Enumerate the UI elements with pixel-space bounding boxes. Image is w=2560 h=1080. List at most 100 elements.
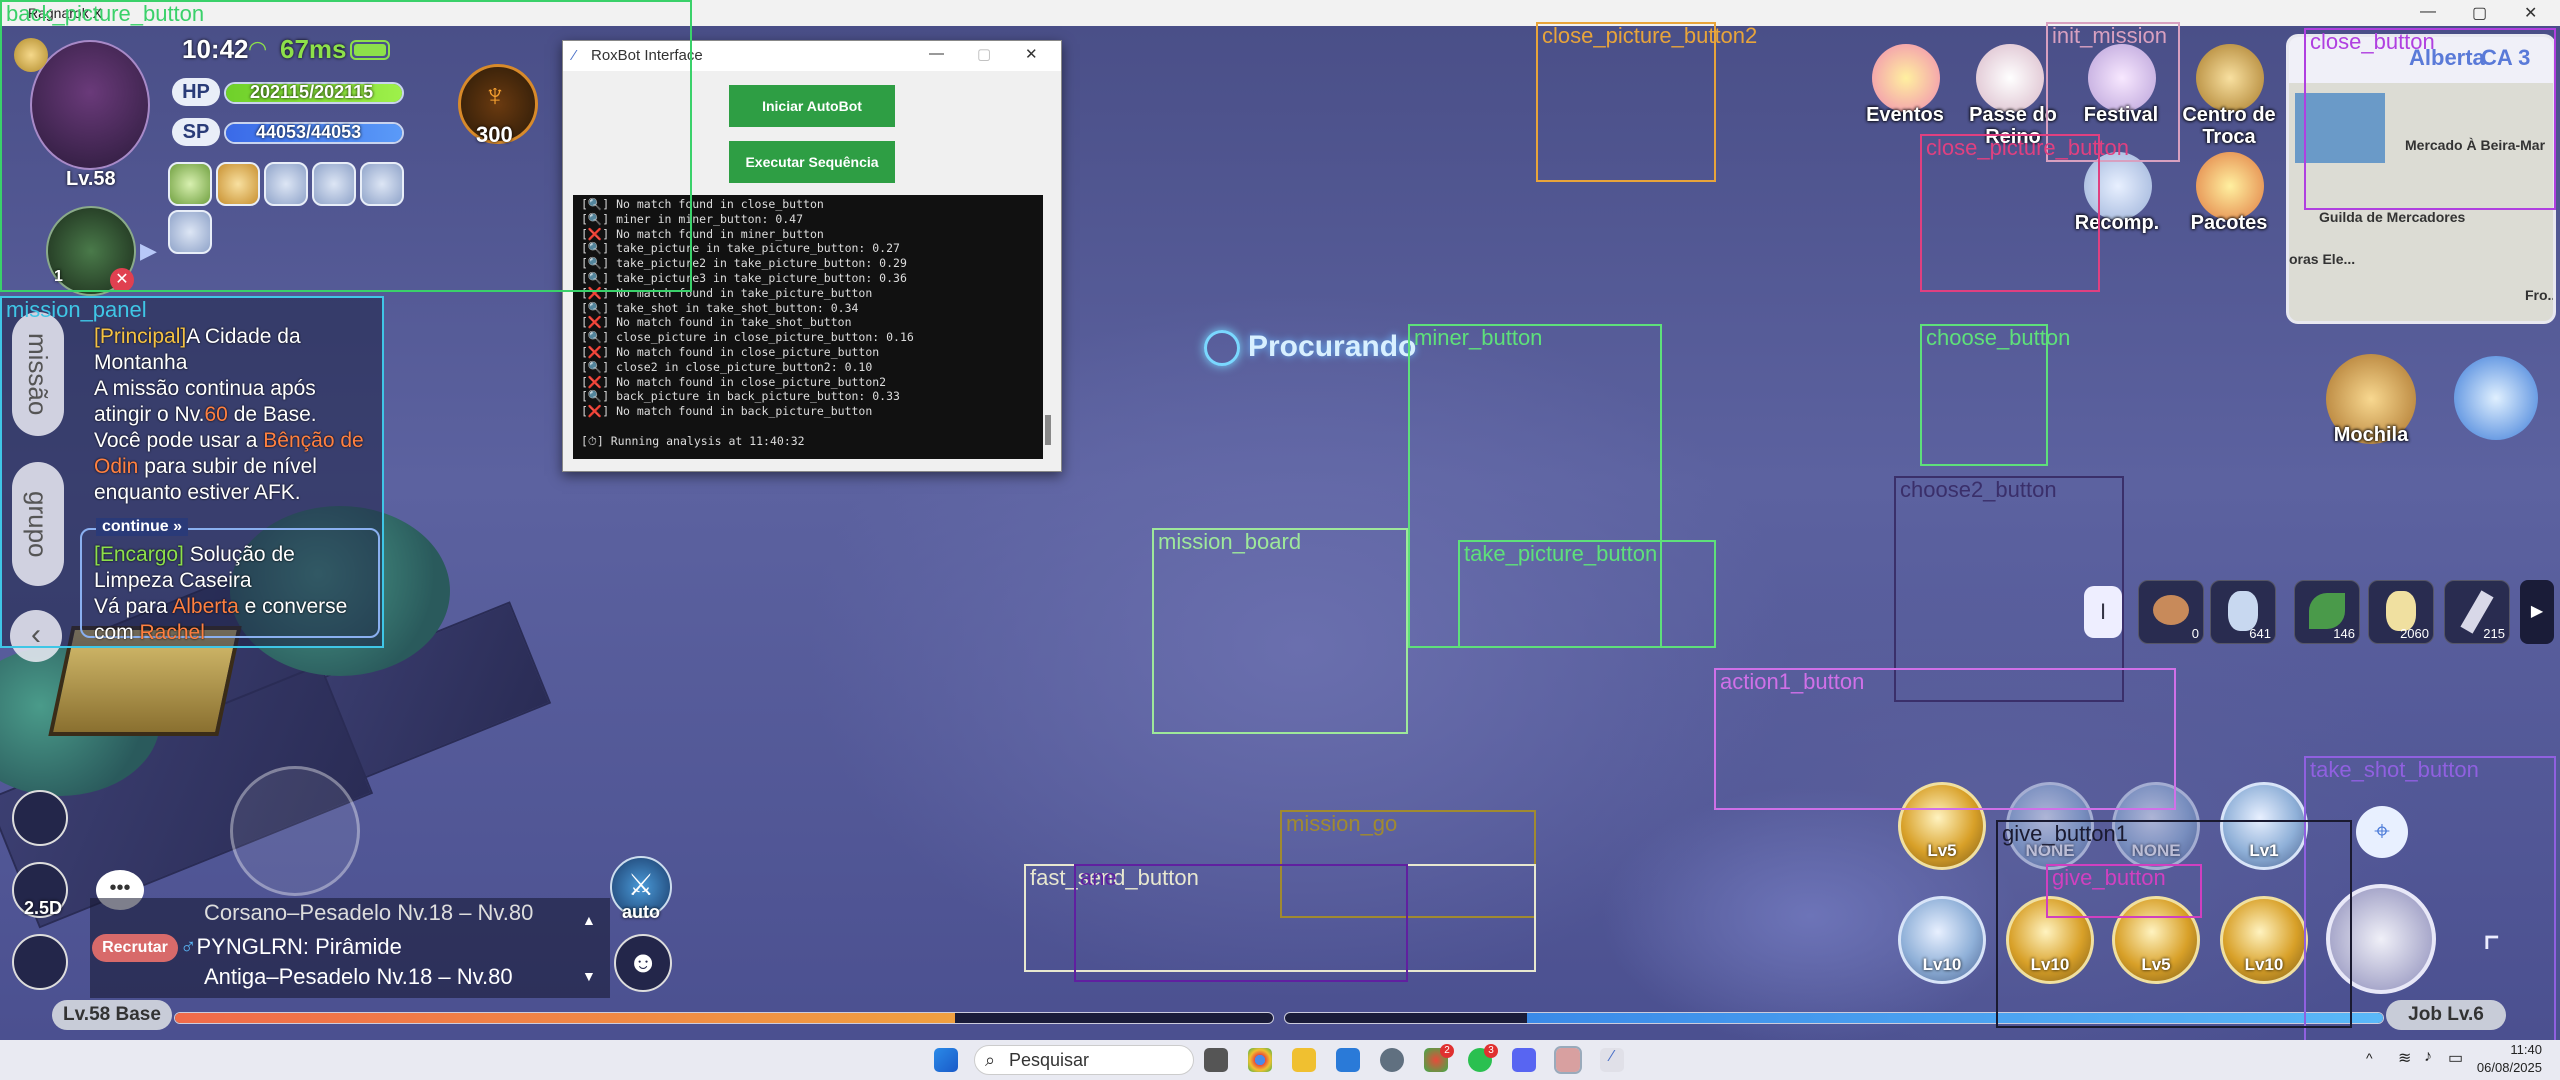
windows-start-icon[interactable]: [934, 1048, 958, 1072]
minimize-icon[interactable]: —: [2420, 3, 2436, 21]
quest-main-desc: enquanto estiver AFK.: [94, 481, 301, 504]
target-icon[interactable]: ⌖: [2356, 806, 2408, 858]
emote-icon[interactable]: [12, 790, 68, 846]
taskbar-search[interactable]: ⌕ Pesquisar: [974, 1045, 1194, 1075]
quest-main-title[interactable]: Montanha: [94, 350, 187, 376]
trade-center-icon[interactable]: [2196, 44, 2264, 112]
buff-icon[interactable]: [264, 162, 308, 206]
roxbot-log: [🔍] No match found in close_button [🔍] mi…: [573, 195, 1043, 459]
buff-icon[interactable]: [216, 162, 260, 206]
minimap[interactable]: Alberta CA 3 Mercado À Beira-Mar Guilda …: [2286, 34, 2556, 324]
start-autobot-button[interactable]: Iniciar AutoBot: [729, 85, 895, 127]
chat-line: Corsano–Pesadelo Nv.18 – Nv.80: [204, 900, 534, 922]
item-slot[interactable]: 0: [2138, 580, 2204, 644]
chat-line: Antiga–Pesadelo Nv.18 – Nv.80: [204, 964, 513, 989]
map-label: Fro...: [2525, 287, 2556, 303]
class-emblem-icon: [14, 38, 48, 72]
item-slot[interactable]: 146: [2294, 580, 2360, 644]
battery-tray-icon[interactable]: ▭: [2448, 1048, 2463, 1068]
run-sequence-button[interactable]: Executar Sequência: [729, 141, 895, 183]
log-scrollbar[interactable]: [1043, 195, 1053, 459]
quest-side-title[interactable]: Solução de: [184, 543, 295, 566]
skill-button[interactable]: Lv10: [1898, 896, 1986, 984]
player-avatar[interactable]: [30, 40, 150, 170]
auto-label: auto: [622, 902, 660, 922]
rewards-icon[interactable]: [2084, 152, 2152, 220]
item-slot[interactable]: 641: [2210, 580, 2276, 644]
log-line: [🔍] back_picture in back_picture_button:…: [581, 389, 900, 404]
window-title: Ragnarok X: [28, 5, 102, 21]
festival-label: Festival: [2083, 104, 2159, 126]
log-line: [❌] No match found in back_picture_butto…: [581, 404, 873, 419]
log-line: [🔍] close_picture in close_picture_butto…: [581, 330, 914, 345]
maximize-icon[interactable]: ▢: [2472, 3, 2487, 23]
quest-main-tag: [Principal]: [94, 325, 187, 348]
settings-icon[interactable]: [1380, 1048, 1404, 1072]
switch-mode-icon[interactable]: ⌜: [2482, 930, 2501, 976]
file-explorer-icon[interactable]: [1292, 1048, 1316, 1072]
buff-icon[interactable]: [312, 162, 356, 206]
item-bar-next-icon[interactable]: ▶: [2520, 580, 2554, 644]
virtual-joystick[interactable]: [230, 766, 360, 896]
expand-arrow-icon[interactable]: ▶: [140, 238, 157, 264]
collapse-panel-icon[interactable]: ‹: [10, 610, 62, 662]
chat-expand-icon[interactable]: ▲: [582, 912, 596, 928]
buff-icon[interactable]: [168, 162, 212, 206]
window-titlebar: Ragnarok X — ▢ ✕: [0, 0, 2560, 26]
item-slot[interactable]: 2060: [2368, 580, 2434, 644]
task-view-icon[interactable]: [1204, 1048, 1228, 1072]
chat-collapse-icon[interactable]: ▼: [582, 968, 596, 984]
quest-panel: missão grupo [Principal]A Cidade da Mont…: [0, 296, 384, 648]
channel-selector[interactable]: CA 3: [2481, 45, 2530, 71]
skill-button[interactable]: Lv5: [1898, 782, 1986, 870]
quest-side-desc: Vá para: [94, 595, 173, 618]
tray-time[interactable]: 11:40: [2482, 1042, 2542, 1057]
minimize-icon[interactable]: —: [929, 45, 944, 62]
chrome-icon[interactable]: [1248, 1048, 1272, 1072]
pet-dismiss-icon[interactable]: ✕: [110, 268, 134, 292]
quest-side-title[interactable]: Limpeza Caseira: [94, 568, 252, 594]
bag-label: Mochila: [2333, 424, 2409, 446]
skill-button[interactable]: Lv10: [2220, 896, 2308, 984]
volume-icon[interactable]: ♪: [2424, 1048, 2432, 1066]
close-icon[interactable]: ✕: [1025, 45, 1038, 63]
skill-button[interactable]: Lv1: [2220, 782, 2308, 870]
item-slot[interactable]: 215: [2444, 580, 2510, 644]
tray-expand-icon[interactable]: ^: [2366, 1050, 2373, 1066]
quest-main-title[interactable]: A Cidade da: [186, 325, 300, 348]
skill-button[interactable]: NONE: [2006, 782, 2094, 870]
events-icon[interactable]: [1872, 44, 1940, 112]
realm-pass-icon[interactable]: [1976, 44, 2044, 112]
maximize-icon[interactable]: ▢: [977, 45, 991, 63]
recruit-button[interactable]: Recrutar: [92, 934, 178, 962]
log-line: [🔍] close2 in close_picture_button2: 0.1…: [581, 359, 873, 374]
skill-button[interactable]: Lv5: [2112, 896, 2200, 984]
packages-icon[interactable]: [2196, 152, 2264, 220]
festival-icon[interactable]: [2088, 44, 2156, 112]
ragnarok-app-icon[interactable]: [1554, 1046, 1582, 1074]
item-bar-toggle[interactable]: I: [2084, 586, 2122, 638]
network-icon[interactable]: ≋: [2398, 1048, 2411, 1068]
buff-icon[interactable]: [168, 210, 212, 254]
attack-button[interactable]: [2326, 884, 2436, 994]
skill-button[interactable]: NONE: [2112, 782, 2200, 870]
chat-line: ♂PYNGLRN: Pirâmide: [180, 934, 402, 959]
map-label: Mercado À Beira-Mar: [2405, 137, 2546, 153]
roxbot-window: ⁄ RoxBot Interface — ▢ ✕ Iniciar AutoBot…: [562, 40, 1062, 472]
discord-icon[interactable]: [1512, 1048, 1536, 1072]
skill-button[interactable]: Lv10: [2006, 896, 2094, 984]
vscode-icon[interactable]: [1336, 1048, 1360, 1072]
buff-icon[interactable]: [360, 162, 404, 206]
quest-highlight: Bênção de: [263, 429, 364, 452]
tab-mission[interactable]: missão: [12, 312, 64, 436]
tray-date[interactable]: 06/08/2025: [2466, 1060, 2542, 1075]
close-icon[interactable]: ✕: [2524, 3, 2537, 23]
academy-icon[interactable]: [2454, 356, 2538, 440]
log-line: [🔍] take_shot in take_shot_button: 0.34: [581, 300, 859, 315]
roxbot-app-icon[interactable]: ⁄: [1600, 1048, 1624, 1072]
tab-group[interactable]: grupo: [12, 462, 64, 586]
character-icon[interactable]: [12, 934, 68, 990]
log-line: [🔍] take_picture3 in take_picture_button…: [581, 270, 907, 285]
face-emote-icon[interactable]: ☻: [614, 934, 672, 992]
log-line: [⏱] Running analysis at 11:40:32: [581, 433, 805, 448]
